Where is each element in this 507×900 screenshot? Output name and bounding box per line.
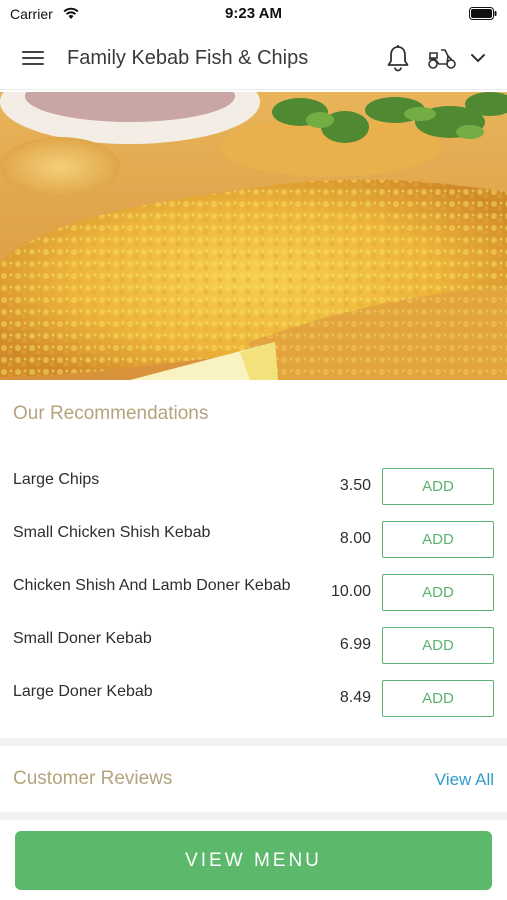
add-button[interactable]: ADD [382,468,494,505]
status-bar: Carrier 9:23 AM [0,0,507,28]
add-button[interactable]: ADD [382,574,494,611]
hero-food-image [0,92,507,380]
chevron-down-icon[interactable] [470,50,486,66]
item-name: Large Doner Kebab [13,683,153,700]
reviews-section: Customer Reviews View All [0,746,507,812]
add-button[interactable]: ADD [382,521,494,558]
add-button[interactable]: ADD [382,680,494,717]
app-header: Family Kebab Fish & Chips [0,28,507,90]
item-name: Chicken Shish And Lamb Doner Kebab [13,577,291,594]
recommendations-list: Large Chips 3.50 ADD Small Chicken Shish… [0,468,507,733]
bottom-bar: VIEW MENU [0,820,507,900]
battery-icon [469,7,497,20]
list-item: Large Doner Kebab 8.49 ADD [0,680,507,733]
item-name: Small Doner Kebab [13,630,152,647]
item-name: Small Chicken Shish Kebab [13,524,211,541]
view-menu-button[interactable]: VIEW MENU [15,831,492,890]
page-title: Family Kebab Fish & Chips [67,47,309,69]
section-divider [0,738,507,746]
recommendations-section: Our Recommendations Large Chips 3.50 ADD… [0,380,507,738]
section-divider [0,812,507,820]
fried-fish-photo [0,92,507,380]
list-item: Large Chips 3.50 ADD [0,468,507,521]
item-price: 3.50 [339,477,371,494]
item-price: 6.99 [339,636,371,653]
status-time: 9:23 AM [225,5,282,22]
item-price: 10.00 [330,583,371,600]
item-name: Large Chips [13,471,100,488]
bell-icon[interactable] [385,44,411,72]
list-item: Chicken Shish And Lamb Doner Kebab 10.00… [0,574,507,627]
item-price: 8.00 [339,530,371,547]
add-button[interactable]: ADD [382,627,494,664]
reviews-title: Customer Reviews [13,768,173,789]
view-all-link[interactable]: View All [435,770,494,790]
menu-icon[interactable] [22,48,46,68]
delivery-scooter-icon[interactable] [427,46,457,70]
list-item: Small Chicken Shish Kebab 8.00 ADD [0,521,507,574]
recommendations-title: Our Recommendations [13,403,209,424]
list-item: Small Doner Kebab 6.99 ADD [0,627,507,680]
item-price: 8.49 [339,689,371,706]
